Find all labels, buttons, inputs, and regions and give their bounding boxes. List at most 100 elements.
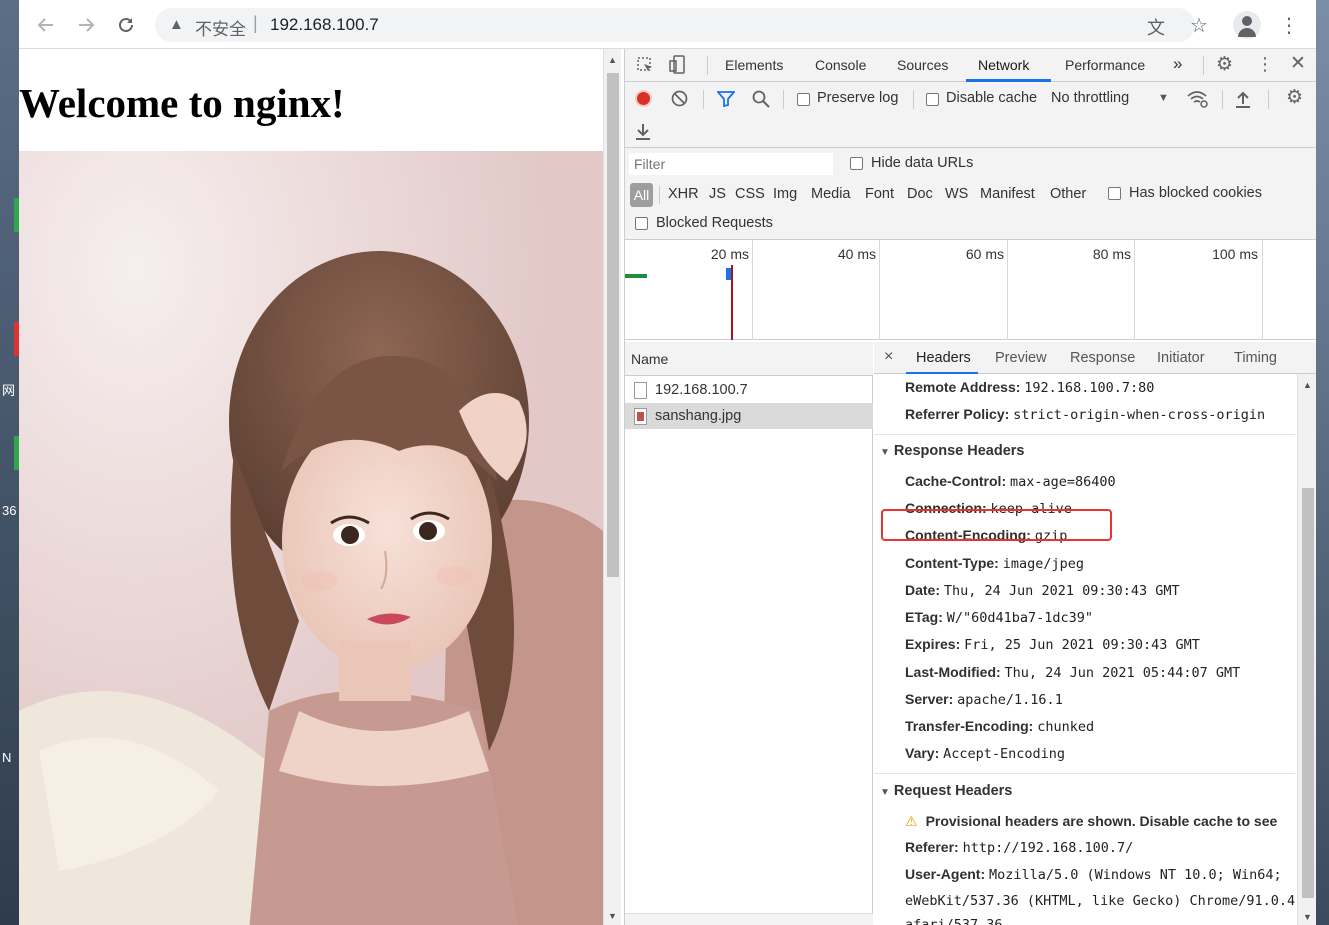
response-headers-section-title[interactable]: ▼ Response Headers [880, 443, 1024, 459]
request-name: sanshang.jpg [655, 408, 742, 424]
filter-input[interactable] [629, 153, 833, 175]
clear-icon[interactable] [671, 90, 688, 107]
type-filter-ws[interactable]: WS [945, 186, 968, 202]
hide-data-urls-label[interactable]: Hide data URLs [871, 155, 973, 171]
insecure-label[interactable]: 不安全 [195, 15, 246, 40]
settings-gear-icon[interactable]: ⚙ [1216, 53, 1233, 76]
timeline-gridline [1262, 240, 1263, 340]
preserve-log-checkbox[interactable] [797, 93, 810, 106]
search-icon[interactable] [752, 90, 770, 108]
blocked-requests-checkbox[interactable] [635, 217, 648, 230]
section-divider [874, 434, 1295, 435]
import-har-icon[interactable] [1235, 90, 1251, 108]
browser-menu-icon[interactable]: ⋮ [1273, 9, 1305, 41]
record-icon[interactable] [635, 90, 652, 107]
scroll-up-icon[interactable]: ▲ [1303, 380, 1312, 390]
load-event-marker [731, 265, 733, 340]
details-scrollbar[interactable]: ▲ ▼ [1297, 374, 1317, 925]
request-list: Name 192.168.100.7 sanshang.jpg [625, 342, 873, 925]
more-tabs-button[interactable]: » [1173, 54, 1182, 74]
page-scrollbar[interactable]: ▲ ▼ [603, 49, 621, 925]
type-filter-media[interactable]: Media [811, 186, 851, 202]
throttling-select[interactable]: No throttling [1051, 90, 1129, 106]
tab-response[interactable]: Response [1070, 350, 1135, 366]
network-conditions-icon[interactable] [1187, 90, 1209, 108]
network-settings-gear-icon[interactable]: ⚙ [1286, 86, 1303, 109]
request-row-selected[interactable]: sanshang.jpg [625, 403, 873, 429]
response-header-row: Last-Modified: Thu, 24 Jun 2021 05:44:07… [905, 664, 1241, 681]
page-scroll-thumb[interactable] [607, 73, 619, 577]
close-details-icon[interactable]: × [884, 348, 893, 366]
preserve-log-label[interactable]: Preserve log [817, 90, 898, 106]
tab-elements[interactable]: Elements [725, 57, 783, 73]
address-bar[interactable]: ▲ 不安全 | 192.168.100.7 文 [155, 8, 1195, 42]
filter-funnel-icon[interactable] [717, 91, 735, 107]
hide-data-urls-checkbox[interactable] [850, 157, 863, 170]
type-filter-all[interactable]: All [630, 183, 653, 207]
has-blocked-cookies-label[interactable]: Has blocked cookies [1129, 185, 1262, 201]
warning-triangle-icon[interactable]: ▲ [169, 16, 184, 33]
type-filter-css[interactable]: CSS [735, 186, 765, 202]
profile-avatar-icon[interactable] [1233, 11, 1261, 39]
chevron-down-icon[interactable]: ▼ [1158, 92, 1169, 104]
network-overview-timeline[interactable]: 20 ms 40 ms 60 ms 80 ms 100 ms [625, 240, 1317, 340]
tab-timing[interactable]: Timing [1234, 350, 1277, 366]
tab-preview[interactable]: Preview [995, 350, 1047, 366]
request-header-row: Referer: http://192.168.100.7/ [905, 839, 1134, 856]
request-headers-section-title[interactable]: ▼ Request Headers [880, 783, 1012, 799]
desktop-background-strip [1316, 0, 1329, 925]
response-header-row: Date: Thu, 24 Jun 2021 09:30:43 GMT [905, 582, 1180, 599]
tab-console[interactable]: Console [815, 57, 866, 73]
toolbar-separator [1268, 90, 1269, 109]
response-header-row: Vary: Accept-Encoding [905, 745, 1066, 762]
disable-cache-label[interactable]: Disable cache [946, 90, 1037, 106]
reload-icon [119, 17, 133, 32]
tab-initiator[interactable]: Initiator [1157, 350, 1205, 366]
warning-icon: ⚠ [905, 813, 918, 829]
blocked-requests-label[interactable]: Blocked Requests [656, 215, 773, 231]
reload-button[interactable] [110, 9, 142, 41]
tab-separator [1203, 56, 1204, 75]
inspect-element-icon[interactable] [636, 56, 654, 74]
forward-button[interactable] [70, 9, 102, 41]
portrait-photo [19, 151, 603, 925]
tab-headers[interactable]: Headers [916, 350, 971, 366]
request-row[interactable]: 192.168.100.7 [625, 377, 873, 403]
scroll-down-icon[interactable]: ▼ [608, 911, 617, 921]
request-list-hscroll[interactable] [625, 913, 873, 925]
document-file-icon [634, 382, 647, 399]
timeline-gridline [752, 240, 753, 340]
type-filter-xhr[interactable]: XHR [668, 186, 699, 202]
type-filter-font[interactable]: Font [865, 186, 894, 202]
type-filter-other[interactable]: Other [1050, 186, 1086, 202]
devtools-menu-icon[interactable]: ⋮ [1256, 54, 1274, 75]
type-filter-img[interactable]: Img [773, 186, 797, 202]
scroll-up-icon[interactable]: ▲ [608, 55, 617, 65]
name-column-header[interactable]: Name [625, 342, 873, 376]
header-row-remote-address: Remote Address: 192.168.100.7:80 [905, 379, 1155, 396]
tab-network[interactable]: Network [978, 57, 1029, 73]
type-filter-manifest[interactable]: Manifest [980, 186, 1035, 202]
back-button[interactable] [30, 9, 62, 41]
url-text[interactable]: 192.168.100.7 [270, 15, 379, 35]
translate-icon[interactable]: 文 [1147, 14, 1165, 40]
timeline-gridline [879, 240, 880, 340]
type-filter-js[interactable]: JS [709, 186, 726, 202]
disable-cache-checkbox[interactable] [926, 93, 939, 106]
expand-triangle-icon: ▼ [880, 447, 890, 458]
header-row-referrer-policy: Referrer Policy: strict-origin-when-cros… [905, 406, 1266, 423]
tab-performance[interactable]: Performance [1065, 57, 1145, 73]
device-toolbar-icon[interactable] [669, 55, 687, 75]
tab-sources[interactable]: Sources [897, 57, 948, 73]
omnibox-separator: | [253, 13, 258, 33]
devtools-panel: Elements Console Sources Network Perform… [624, 49, 1317, 925]
details-scroll-thumb[interactable] [1302, 488, 1314, 898]
bookmark-star-icon[interactable]: ☆ [1183, 9, 1215, 41]
desktop-label: 网 [2, 383, 16, 398]
has-blocked-cookies-checkbox[interactable] [1108, 187, 1121, 200]
response-header-row: Cache-Control: max-age=86400 [905, 473, 1116, 490]
type-filter-doc[interactable]: Doc [907, 186, 933, 202]
close-devtools-icon[interactable]: ✕ [1290, 52, 1306, 75]
export-har-icon[interactable] [635, 122, 651, 140]
scroll-down-icon[interactable]: ▼ [1303, 912, 1312, 922]
